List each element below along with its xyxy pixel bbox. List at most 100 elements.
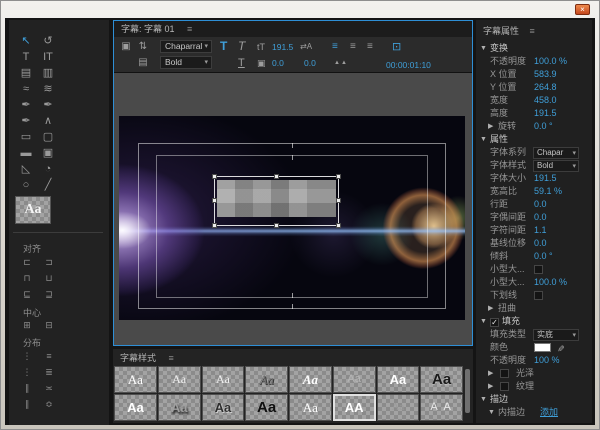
style-swatch[interactable]: Aa	[114, 394, 157, 421]
distribute-v-even-icon[interactable]: ≎	[41, 398, 57, 411]
expand-triangle-icon[interactable]: ▶	[488, 367, 493, 380]
italic-button[interactable]: T	[238, 40, 245, 52]
property-value[interactable]: 583.9	[534, 68, 557, 81]
style-swatch[interactable]: Aa	[114, 366, 157, 393]
align-right-icon[interactable]: ⊐	[41, 256, 57, 269]
underline-button[interactable]: T	[238, 57, 245, 69]
resize-handle-ne[interactable]	[336, 174, 341, 179]
font-style-dropdown[interactable]: Bold ▾	[160, 56, 212, 69]
style-swatch[interactable]: Aa	[202, 394, 245, 421]
property-value[interactable]: 191.5	[534, 172, 557, 185]
style-swatch[interactable]: Aa	[289, 366, 332, 393]
area-type-tool-icon[interactable]: ▤	[17, 66, 35, 81]
line-tool-icon[interactable]: ╱	[39, 178, 57, 193]
templates-icon[interactable]: ▤	[136, 57, 150, 69]
vertical-path-type-tool-icon[interactable]: ≋	[39, 82, 57, 97]
wedge-tool-icon[interactable]: ◺	[17, 162, 35, 177]
collapse-triangle-icon[interactable]: ▼	[480, 133, 487, 146]
style-swatch[interactable]: Aa	[420, 366, 463, 393]
distribute-h-center-icon[interactable]: ⋮	[19, 366, 35, 379]
distribute-bottom-icon[interactable]: ≍	[41, 382, 57, 395]
kerning-value[interactable]: 0.0	[272, 57, 284, 69]
resize-handle-s[interactable]	[274, 223, 279, 228]
property-value[interactable]: 100 %	[534, 354, 560, 367]
collapse-triangle-icon[interactable]: ▼	[480, 315, 487, 328]
distribute-right-icon[interactable]: ∥	[19, 382, 35, 395]
property-value[interactable]: 100.0 %	[534, 55, 567, 68]
video-preview[interactable]	[119, 116, 465, 320]
style-swatch[interactable]: Aa	[202, 366, 245, 393]
path-type-tool-icon[interactable]: ≈	[17, 82, 35, 97]
property-value[interactable]: 0.0	[534, 198, 547, 211]
distribute-v-center-icon[interactable]: ≣	[41, 366, 57, 379]
center-horizontal-icon[interactable]: ⊞	[19, 319, 35, 332]
small-caps-checkbox[interactable]	[534, 265, 543, 274]
tab-stops-icon[interactable]: ▲▲	[334, 57, 348, 69]
style-swatch[interactable]: Aa	[333, 366, 376, 393]
bold-button[interactable]: T	[220, 40, 227, 52]
resize-handle-sw[interactable]	[212, 223, 217, 228]
style-swatch[interactable]: Aa	[158, 366, 201, 393]
align-h-center-icon[interactable]: ⊑	[19, 288, 35, 301]
distribute-top-icon[interactable]: ≡	[41, 350, 57, 363]
convert-anchor-point-tool-icon[interactable]: ∧	[39, 114, 57, 129]
expand-triangle-icon[interactable]: ▶	[488, 120, 493, 133]
font-style-mini-dropdown[interactable]: Bold▾	[533, 160, 579, 172]
background-timecode[interactable]: 00:00:01:10	[386, 60, 431, 70]
vertical-area-type-tool-icon[interactable]: ▥	[39, 66, 57, 81]
align-right-button[interactable]: ≡	[367, 41, 373, 53]
style-swatch[interactable]: Aa	[245, 394, 288, 421]
panel-menu-icon[interactable]: ≡	[530, 26, 535, 36]
resize-handle-n[interactable]	[274, 174, 279, 179]
tracking-value[interactable]: 0.0	[304, 57, 316, 69]
style-swatch[interactable]: Aa	[377, 366, 420, 393]
align-left-button[interactable]: ≡	[332, 41, 338, 53]
resize-handle-nw[interactable]	[212, 174, 217, 179]
style-swatch[interactable]: Aa	[158, 394, 201, 421]
align-v-center-icon[interactable]: ⊒	[41, 288, 57, 301]
current-style-swatch[interactable]: Aa	[15, 196, 51, 224]
property-value[interactable]: 0.0	[534, 237, 547, 250]
rectangle-tool-icon[interactable]: ▭	[17, 130, 35, 145]
property-value[interactable]: 0.0	[534, 211, 547, 224]
delete-anchor-point-tool-icon[interactable]: ✒	[17, 114, 35, 129]
texture-checkbox[interactable]	[500, 382, 509, 391]
styles-scrollbar[interactable]	[465, 369, 470, 413]
resize-handle-se[interactable]	[336, 223, 341, 228]
expand-triangle-icon[interactable]: ▶	[488, 380, 493, 393]
fill-checkbox[interactable]: ✓	[490, 318, 499, 327]
arc-tool-icon[interactable]: ◔	[39, 162, 57, 177]
property-value[interactable]: 59.1 %	[534, 185, 562, 198]
property-value[interactable]: 264.8	[534, 81, 557, 94]
property-value[interactable]: 0.0 °	[534, 120, 553, 133]
add-inner-stroke-link[interactable]: 添加	[540, 406, 558, 419]
rounded-corner-rectangle-tool-icon[interactable]: ▣	[39, 146, 57, 161]
title-text-box[interactable]	[214, 176, 339, 226]
style-swatch[interactable]: Aa	[245, 366, 288, 393]
distribute-h-even-icon[interactable]: ∥	[19, 398, 35, 411]
close-button[interactable]: ×	[575, 4, 590, 15]
align-center-button[interactable]: ≡	[350, 41, 356, 53]
property-value[interactable]: 458.0	[534, 94, 557, 107]
rotation-tool-icon[interactable]: ↺	[39, 34, 57, 49]
rounded-rectangle-tool-icon[interactable]: ▢	[39, 130, 57, 145]
align-bottom-icon[interactable]: ⊔	[41, 272, 57, 285]
eyedropper-icon[interactable]: ✎	[553, 345, 566, 353]
expand-triangle-icon[interactable]: ▶	[488, 302, 493, 315]
pen-tool-icon[interactable]: ✒	[17, 98, 35, 113]
ellipse-tool-icon[interactable]: ○	[17, 178, 35, 193]
titler-tab[interactable]: 字幕: 字幕 01	[121, 24, 175, 34]
align-top-icon[interactable]: ⊓	[19, 272, 35, 285]
property-value[interactable]: 100.0 %	[534, 276, 567, 289]
collapse-triangle-icon[interactable]: ▼	[480, 42, 487, 55]
show-background-video-icon[interactable]: ⊡	[392, 41, 401, 53]
distribute-left-icon[interactable]: ⋮	[19, 350, 35, 363]
vertical-type-tool-icon[interactable]: IT	[39, 50, 57, 65]
style-swatch-selected[interactable]: AA	[333, 394, 376, 421]
center-vertical-icon[interactable]: ⊟	[41, 319, 57, 332]
font-family-mini-dropdown[interactable]: Chapar▾	[533, 147, 579, 159]
sheen-checkbox[interactable]	[500, 369, 509, 378]
underline-checkbox[interactable]	[534, 291, 543, 300]
align-left-icon[interactable]: ⊏	[19, 256, 35, 269]
style-swatch[interactable]: Aa	[377, 394, 420, 421]
